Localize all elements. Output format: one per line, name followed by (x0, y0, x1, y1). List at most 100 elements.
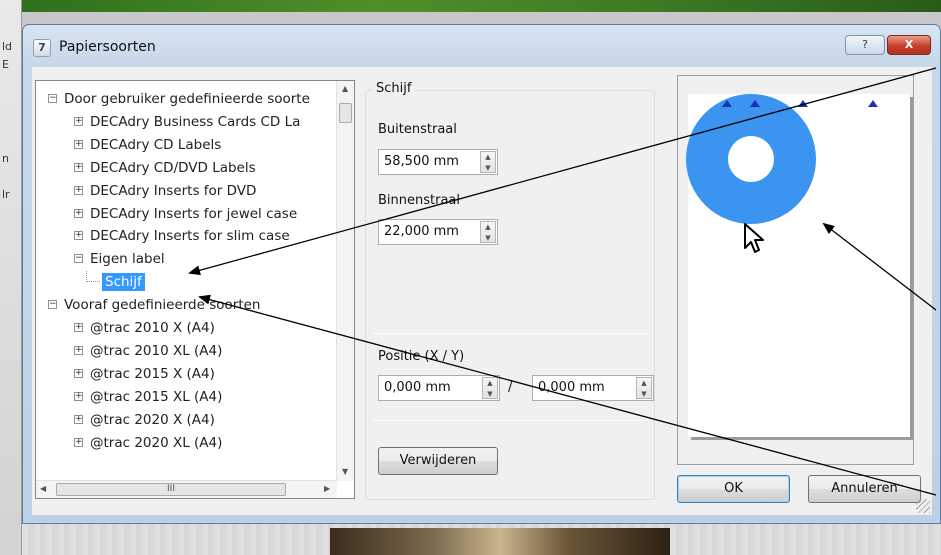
tree-horizontal-scrollbar[interactable]: ◀ III ▶ (36, 480, 337, 498)
delete-button[interactable]: Verwijderen (378, 447, 498, 475)
marker-icon (750, 100, 760, 107)
background-fragment: n (2, 152, 9, 165)
position-y-value: 0,000 mm (538, 380, 605, 395)
expand-icon[interactable]: + (74, 208, 83, 218)
tree-item-label: Door gebruiker gedefinieerde soorte (64, 91, 310, 107)
divider (373, 333, 649, 334)
expand-icon[interactable]: + (74, 323, 83, 332)
scroll-left-icon[interactable]: ◀ (40, 484, 46, 493)
tree-rows: − Door gebruiker gedefinieerde soorte + DEC… (36, 81, 336, 471)
marker-icon (722, 100, 732, 107)
tree-item[interactable]: + @trac 2015 X (A4) (74, 363, 215, 385)
close-button[interactable]: X (887, 35, 931, 55)
tree-item[interactable]: − Eigen label (74, 248, 165, 270)
dialog-title: Papiersoorten (59, 39, 156, 55)
expand-icon[interactable]: + (74, 139, 83, 149)
tree-item[interactable]: − Door gebruiker gedefinieerde soorte (48, 88, 310, 110)
position-separator: / (508, 380, 513, 395)
spinner-buttons[interactable]: ▲ ▼ (480, 221, 496, 243)
spin-up-icon[interactable]: ▲ (481, 222, 495, 233)
background-fragment: ld (2, 40, 13, 53)
expand-icon[interactable]: + (74, 345, 83, 355)
spinner-buttons[interactable]: ▲ ▼ (482, 377, 498, 399)
tree-item-label: @trac 2010 X (A4) (90, 320, 215, 336)
cancel-button[interactable]: Annuleren (808, 475, 921, 503)
tree-item[interactable]: Schijf (86, 271, 145, 293)
tree-item[interactable]: + DECAdry Inserts for jewel case (74, 203, 297, 225)
expand-icon[interactable]: + (74, 185, 83, 195)
tree-item-label: DECAdry CD Labels (90, 136, 222, 153)
expand-icon[interactable]: + (74, 437, 83, 447)
expand-icon[interactable]: + (74, 414, 83, 424)
paper-type-tree[interactable]: − Door gebruiker gedefinieerde soorte + DEC… (35, 80, 355, 499)
position-y-field[interactable]: 0,000 mm ▲ ▼ (532, 375, 654, 401)
desktop-background-strip (0, 0, 941, 12)
label-preview[interactable] (677, 75, 914, 465)
spin-up-icon[interactable]: ▲ (637, 378, 651, 389)
tree-item-label: @trac 2020 XL (A4) (90, 434, 223, 451)
mouse-cursor-icon (744, 223, 764, 253)
tree-item-label: DECAdry Inserts for jewel case (90, 205, 298, 222)
outer-radius-label: Buitenstraal (378, 122, 457, 137)
position-x-value: 0,000 mm (384, 380, 451, 395)
tree-item-label: DECAdry Business Cards CD La (90, 113, 301, 130)
tree-item-label: @trac 2015 XL (A4) (90, 388, 223, 405)
divider (373, 420, 649, 421)
scroll-right-icon[interactable]: ▶ (324, 484, 330, 493)
position-x-field[interactable]: 0,000 mm ▲ ▼ (378, 375, 500, 401)
tree-item[interactable]: + @trac 2020 X (A4) (74, 409, 215, 431)
spinner-buttons[interactable]: ▲ ▼ (480, 151, 496, 173)
disc-shape[interactable] (686, 94, 816, 224)
expand-icon[interactable]: + (74, 231, 83, 241)
tree-vertical-scrollbar[interactable]: ▲ ▼ (336, 81, 354, 481)
tree-item[interactable]: + DECAdry CD Labels (74, 134, 221, 156)
expand-icon[interactable]: + (74, 391, 83, 401)
tree-item[interactable]: + DECAdry Business Cards CD La (74, 111, 300, 133)
inner-radius-value: 22,000 mm (384, 224, 459, 239)
tree-connector (86, 271, 100, 283)
paper-sheet (686, 94, 910, 437)
spin-down-icon[interactable]: ▼ (481, 163, 495, 174)
tree-item[interactable]: + DECAdry Inserts for slim case (74, 225, 290, 247)
spin-down-icon[interactable]: ▼ (637, 389, 651, 400)
tree-item[interactable]: + @trac 2010 XL (A4) (74, 340, 222, 362)
scroll-down-icon[interactable]: ▼ (342, 467, 348, 476)
scroll-thumb-horizontal[interactable]: III (56, 483, 286, 496)
expand-icon[interactable]: + (74, 116, 83, 126)
tree-item-label: @trac 2020 X (A4) (90, 411, 215, 428)
spin-up-icon[interactable]: ▲ (483, 378, 497, 389)
spin-down-icon[interactable]: ▼ (483, 389, 497, 400)
inner-radius-field[interactable]: 22,000 mm ▲ ▼ (378, 219, 498, 245)
scroll-thumb[interactable] (339, 103, 352, 123)
ok-button[interactable]: OK (677, 475, 790, 503)
spin-up-icon[interactable]: ▲ (481, 152, 495, 163)
background-fragment: lr (2, 188, 10, 201)
help-button[interactable]: ? (845, 35, 885, 55)
tree-item[interactable]: + @trac 2020 XL (A4) (74, 432, 222, 454)
background-window-edge: ld E n lr (0, 0, 22, 555)
tree-item[interactable]: + @trac 2010 X (A4) (74, 317, 215, 339)
expand-icon[interactable]: + (74, 162, 83, 172)
tree-item[interactable]: + DECAdry CD/DVD Labels (74, 157, 256, 179)
title-bar[interactable]: 7 Papiersoorten ? X (23, 25, 940, 67)
tree-item-label: Schijf (102, 273, 145, 292)
disc-hole (728, 136, 774, 182)
tree-item-label: Eigen label (90, 251, 165, 268)
tree-item[interactable]: + DECAdry Inserts for DVD (74, 180, 256, 202)
marker-icon (868, 100, 878, 107)
background-photo (330, 528, 670, 555)
collapse-icon[interactable]: − (74, 254, 83, 264)
scroll-up-icon[interactable]: ▲ (342, 84, 348, 93)
collapse-icon[interactable]: − (48, 300, 57, 310)
tree-item[interactable]: + @trac 2015 XL (A4) (74, 386, 222, 408)
position-label: Positie (X / Y) (378, 349, 465, 364)
resize-grip-icon[interactable] (916, 499, 930, 513)
tree-item-label: @trac 2010 XL (A4) (90, 342, 223, 359)
collapse-icon[interactable]: − (48, 94, 57, 103)
spinner-buttons[interactable]: ▲ ▼ (636, 377, 652, 399)
spin-down-icon[interactable]: ▼ (481, 233, 495, 244)
outer-radius-field[interactable]: 58,500 mm ▲ ▼ (378, 149, 498, 175)
tree-item[interactable]: − Vooraf gedefinieerde soorten (48, 294, 260, 316)
expand-icon[interactable]: + (74, 368, 83, 378)
group-title: Schijf (373, 81, 415, 96)
